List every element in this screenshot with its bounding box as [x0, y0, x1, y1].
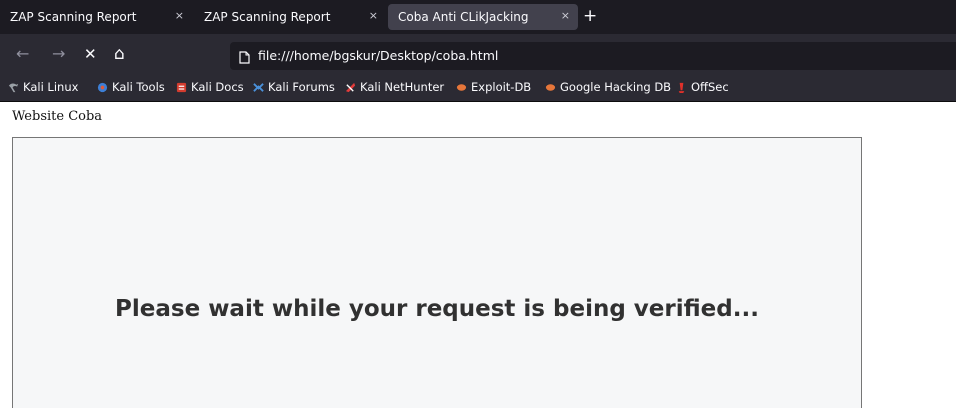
tab-zap-report-1[interactable]: ZAP Scanning Report ×	[0, 4, 192, 30]
bookmark-kali-forums[interactable]: Kali Forums	[253, 80, 335, 94]
bookmark-kali-linux[interactable]: Kali Linux	[8, 80, 78, 94]
google-hacking-db-icon	[545, 83, 556, 91]
forward-button[interactable]: →	[52, 43, 65, 65]
bookmark-offsec[interactable]: OffSec	[676, 80, 729, 94]
kali-nethunter-icon	[345, 82, 356, 92]
home-button[interactable]: ⌂	[114, 43, 125, 65]
bookmark-label: OffSec	[691, 80, 729, 94]
bookmark-label: Kali Forums	[268, 80, 335, 94]
tab-label: ZAP Scanning Report	[10, 10, 137, 24]
bookmark-google-hacking-db[interactable]: Google Hacking DB	[545, 80, 671, 94]
page-heading: Website Coba	[12, 109, 103, 124]
tab-strip: ZAP Scanning Report × ZAP Scanning Repor…	[0, 0, 956, 34]
tab-label: ZAP Scanning Report	[204, 10, 331, 24]
address-bar[interactable]: file:///home/bgskur/Desktop/coba.html	[230, 42, 956, 70]
stop-button[interactable]: ✕	[84, 43, 97, 65]
bookmark-label: Kali Tools	[112, 80, 165, 94]
bookmark-kali-docs[interactable]: Kali Docs	[176, 80, 244, 94]
offsec-icon	[678, 82, 685, 93]
kali-dragon-icon	[8, 82, 19, 92]
bookmark-kali-nethunter[interactable]: Kali NetHunter	[345, 80, 444, 94]
kali-tools-icon	[97, 82, 108, 92]
new-tab-button[interactable]: +	[583, 6, 597, 26]
url-text: file:///home/bgskur/Desktop/coba.html	[258, 48, 499, 63]
bookmark-label: Kali NetHunter	[360, 80, 445, 94]
tab-close-icon[interactable]: ×	[175, 9, 184, 22]
bookmark-label: Kali Docs	[191, 80, 244, 94]
tab-close-icon[interactable]: ×	[369, 9, 378, 22]
tab-label: Coba Anti CLikJacking	[398, 10, 529, 24]
kali-forums-icon	[253, 82, 264, 92]
bookmark-label: Google Hacking DB	[560, 80, 672, 94]
bookmark-kali-tools[interactable]: Kali Tools	[97, 80, 165, 94]
kali-docs-icon	[176, 82, 187, 92]
back-button[interactable]: ←	[16, 43, 29, 65]
tab-zap-report-2[interactable]: ZAP Scanning Report ×	[194, 4, 386, 30]
bookmarks-toolbar: Kali Linux Kali Tools Kali Docs Kali For…	[0, 74, 956, 102]
bookmark-label: Kali Linux	[23, 80, 79, 94]
embedded-iframe[interactable]: Please wait while your request is being …	[12, 137, 862, 408]
verification-message: Please wait while your request is being …	[115, 296, 759, 322]
page-icon	[239, 49, 250, 68]
tab-coba-anti-clickjacking[interactable]: Coba Anti CLikJacking ×	[388, 4, 578, 30]
page-content: Website Coba Please wait while your requ…	[0, 102, 956, 408]
tab-close-icon[interactable]: ×	[561, 9, 570, 22]
bookmark-exploit-db[interactable]: Exploit-DB	[456, 80, 531, 94]
exploit-db-icon	[456, 83, 467, 91]
bookmark-label: Exploit-DB	[471, 80, 532, 94]
